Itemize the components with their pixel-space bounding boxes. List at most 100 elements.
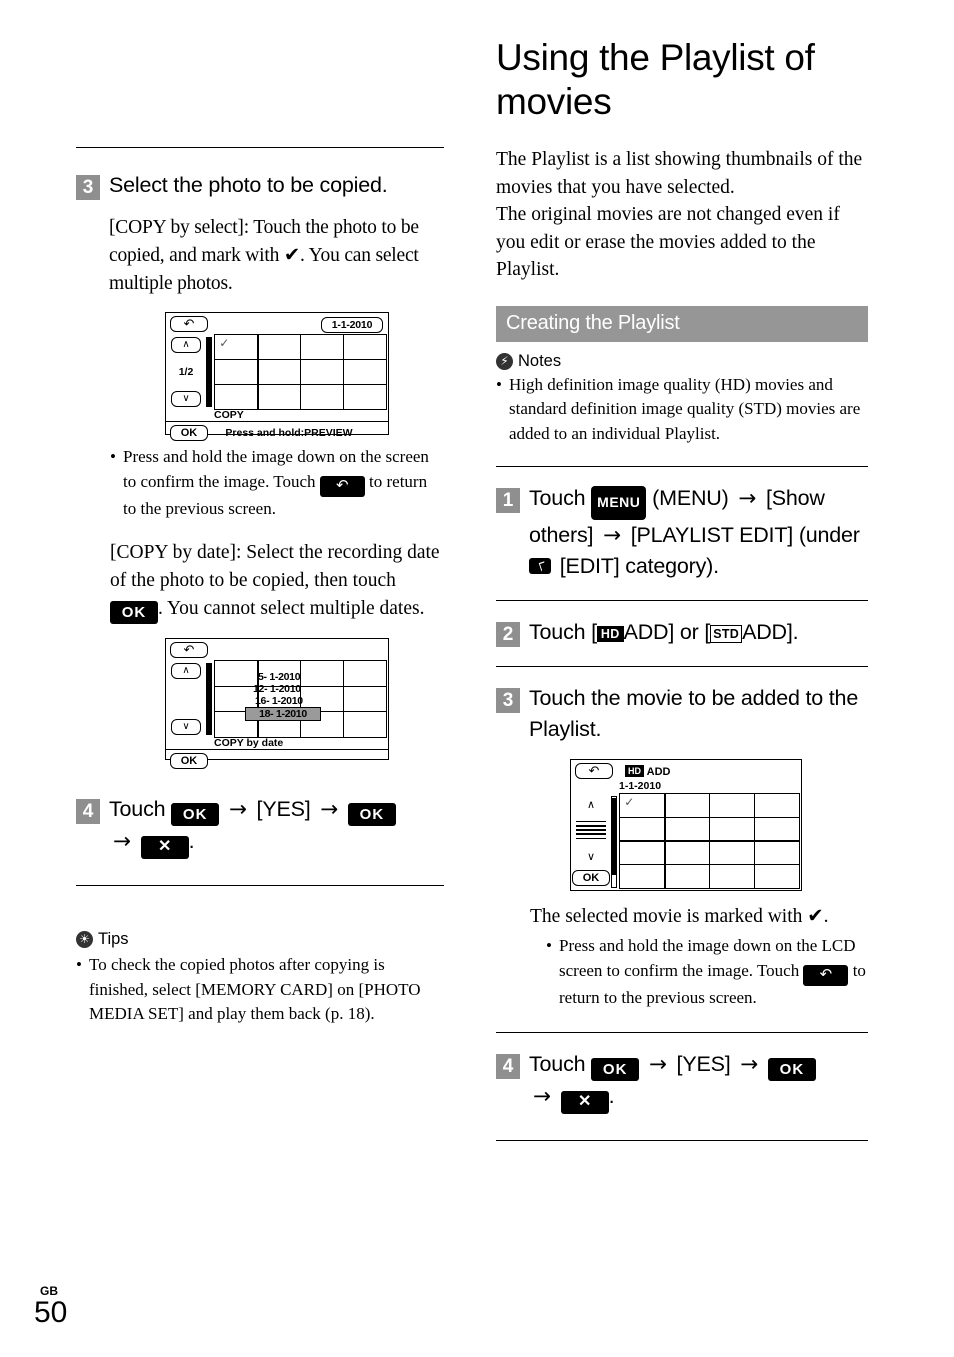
step-number-badge: 3 bbox=[76, 175, 100, 200]
arrow-icon: → bbox=[740, 1052, 759, 1077]
lcd-screen-copy-by-date: ↶ ∧ ∨ 5- 1-2010 12- 1-2010 16- 1-2010 18… bbox=[165, 638, 389, 769]
tips-heading: ☀ Tips bbox=[76, 930, 446, 949]
step-number-badge: 4 bbox=[496, 1054, 520, 1079]
check-icon: ✓ bbox=[624, 795, 635, 810]
lcd-scroll-down-button[interactable]: ∨ bbox=[587, 850, 595, 863]
date-option-4-selected[interactable]: 18- 1-2010 bbox=[245, 707, 321, 721]
right-step-1: 1 Touch MENU (MENU) → [Show others] → [P… bbox=[496, 483, 868, 582]
copy-by-date-text-2: . You cannot select multiple dates. bbox=[158, 598, 425, 619]
thumbnail-cell[interactable] bbox=[619, 840, 666, 866]
tips-bulb-icon: ☀ bbox=[76, 931, 93, 948]
lcd-scroll-up-button[interactable]: ∧ bbox=[171, 663, 201, 679]
thumbnail-cell[interactable]: ✓ bbox=[619, 793, 666, 819]
lcd-ok-button[interactable]: OK bbox=[170, 425, 208, 441]
arrow-icon: → bbox=[738, 486, 757, 511]
right-step-4: 4 Touch OK → [YES] → OK → ✕. bbox=[496, 1049, 868, 1114]
lcd-screen-copy-by-select: ↶ 1-1-2010 ∧ 1/2 ∨ ✓ COPY OK Press and h… bbox=[165, 312, 389, 441]
divider-bottom-right bbox=[496, 1140, 868, 1141]
lcd-date-label: 1-1-2010 bbox=[321, 317, 383, 333]
lcd-ok-button[interactable]: OK bbox=[170, 753, 208, 769]
lcd-back-button[interactable]: ↶ bbox=[170, 316, 208, 332]
date-option-2[interactable]: 12- 1-2010 bbox=[253, 683, 301, 695]
step-number-badge: 4 bbox=[76, 799, 100, 824]
add-label-1: ADD] or [ bbox=[623, 620, 711, 644]
thumbnail-cell[interactable] bbox=[619, 816, 666, 842]
thumbnail-cell[interactable] bbox=[708, 793, 755, 819]
copy-by-select-paragraph: [COPY by select]: Touch the photo to be … bbox=[109, 217, 419, 294]
close-key-icon: ✕ bbox=[140, 836, 189, 859]
ok-key-icon: OK bbox=[767, 1058, 816, 1081]
date-option-3[interactable]: 16- 1-2010 bbox=[255, 695, 303, 707]
period: . bbox=[608, 1084, 615, 1108]
thumbnail-cell[interactable] bbox=[299, 358, 344, 386]
lcd-scroll-down-button[interactable]: ∨ bbox=[171, 719, 201, 735]
lcd-scrollbar[interactable] bbox=[206, 337, 212, 407]
thumbnail-cell[interactable] bbox=[299, 334, 344, 361]
thumbnail-cell[interactable] bbox=[664, 863, 711, 889]
left-step-4: 4 Touch OK → [YES] → OK → ✕. bbox=[76, 794, 446, 859]
page: 3 Select the photo to be copied. [COPY b… bbox=[0, 0, 954, 1357]
arrow-icon: → bbox=[320, 797, 339, 822]
thumbnail-cell[interactable] bbox=[342, 383, 387, 410]
lcd-scroll-up-button[interactable]: ∧ bbox=[171, 337, 201, 353]
hd-badge-icon: HD bbox=[625, 764, 644, 777]
notes-warning-icon: ⚡ bbox=[496, 352, 513, 370]
thumbnail-cell[interactable] bbox=[299, 383, 344, 410]
thumbnail-cell[interactable] bbox=[664, 816, 711, 842]
thumbnail-cell[interactable] bbox=[257, 383, 302, 410]
thumbnail-cell[interactable] bbox=[257, 334, 302, 361]
thumbnail-cell[interactable] bbox=[708, 840, 755, 866]
thumbnail-cell[interactable] bbox=[708, 863, 755, 889]
lcd-index-menu-icon[interactable] bbox=[576, 818, 606, 842]
lcd-mode-label: COPY by date bbox=[214, 737, 284, 749]
thumbnail-cell[interactable] bbox=[664, 840, 711, 866]
thumbnail-cell[interactable] bbox=[753, 863, 800, 889]
tips-list: • To check the copied photos after copyi… bbox=[76, 953, 428, 1027]
lcd-mode-label: COPY bbox=[214, 409, 244, 421]
page-number: 50 bbox=[34, 1296, 68, 1329]
edit-category-label: [EDIT] category). bbox=[559, 554, 719, 578]
thumbnail-cell[interactable] bbox=[664, 793, 711, 819]
intro-text: The Playlist is a list showing thumbnail… bbox=[496, 146, 868, 284]
thumbnail-cell[interactable] bbox=[214, 358, 259, 386]
date-cell[interactable] bbox=[342, 660, 387, 688]
check-icon: ✓ bbox=[219, 336, 230, 351]
date-cell[interactable] bbox=[214, 660, 259, 688]
thumbnail-cell[interactable] bbox=[619, 863, 666, 889]
thumbnail-cell[interactable] bbox=[753, 816, 800, 842]
left-preview-bullet: • Press and hold the image down on the s… bbox=[110, 445, 440, 521]
thumbnail-cell[interactable] bbox=[708, 816, 755, 842]
lcd-scroll-up-button[interactable]: ∧ bbox=[587, 798, 595, 811]
thumbnail-cell[interactable] bbox=[342, 358, 387, 386]
thumbnail-cell[interactable] bbox=[753, 840, 800, 866]
section-header-creating-playlist: Creating the Playlist bbox=[496, 305, 868, 342]
hd-badge-icon: HD bbox=[596, 626, 624, 642]
lcd-scrollbar[interactable] bbox=[206, 663, 212, 735]
thumbnail-cell[interactable] bbox=[257, 358, 302, 386]
left-step-3-title: Select the photo to be copied. bbox=[109, 173, 388, 197]
bullet-dot: • bbox=[496, 374, 502, 394]
std-badge-icon: STD bbox=[710, 625, 743, 643]
playlist-edit-label: [PLAYLIST EDIT] bbox=[630, 523, 794, 547]
lcd-add-title: ADD bbox=[646, 765, 671, 778]
thumbnail-cell[interactable] bbox=[342, 334, 387, 361]
lcd-scrollbar[interactable] bbox=[611, 796, 617, 888]
date-cell[interactable] bbox=[299, 660, 344, 688]
arrow-icon: → bbox=[113, 829, 131, 854]
lcd-scroll-down-button[interactable]: ∨ bbox=[171, 391, 201, 407]
lcd-ok-button[interactable]: OK bbox=[572, 870, 610, 887]
thumbnail-cell[interactable] bbox=[214, 383, 259, 410]
date-option-1[interactable]: 5- 1-2010 bbox=[258, 671, 301, 683]
lcd-back-button[interactable]: ↶ bbox=[575, 763, 613, 779]
thumbnail-cell[interactable] bbox=[753, 793, 800, 819]
step-number-badge: 2 bbox=[496, 622, 520, 647]
thumbnail-cell[interactable]: ✓ bbox=[214, 334, 259, 361]
divider-top-left bbox=[76, 147, 444, 148]
right-step-2: 2 Touch [HD ADD] or [STD ADD]. bbox=[496, 617, 868, 648]
date-cell[interactable] bbox=[342, 710, 387, 738]
lcd-back-button[interactable]: ↶ bbox=[170, 642, 208, 658]
lcd-date-label: 1-1-2010 bbox=[619, 780, 662, 792]
page-folio: GB 50 bbox=[34, 1285, 67, 1329]
selected-movie-marked-text: The selected movie is marked with ✔. bbox=[530, 906, 829, 927]
date-cell[interactable] bbox=[342, 685, 387, 713]
